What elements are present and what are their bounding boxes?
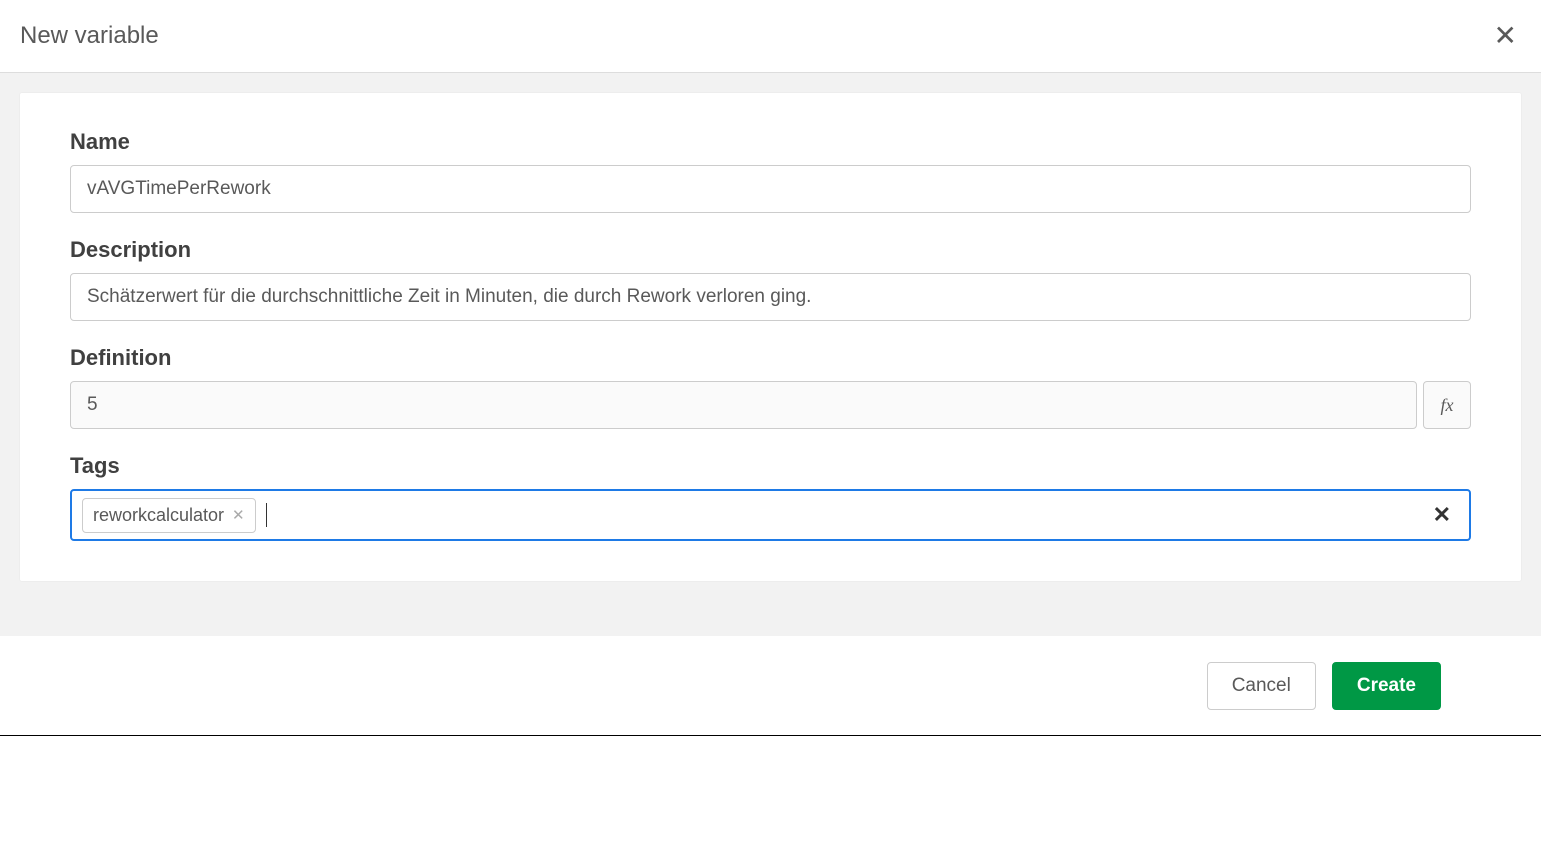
dialog-title: New variable (20, 22, 159, 50)
form-card: Name Description Definition fx Tags rewo… (20, 93, 1521, 581)
clear-icon: ✕ (1433, 502, 1451, 527)
tags-input[interactable]: reworkcalculator ✕ ✕ (70, 489, 1471, 541)
expression-editor-button[interactable]: fx (1423, 381, 1471, 429)
name-input[interactable] (70, 165, 1471, 213)
dialog-footer: Cancel Create (0, 636, 1541, 736)
fx-icon: fx (1441, 395, 1454, 416)
tags-text-cursor (266, 503, 267, 527)
dialog-body: Name Description Definition fx Tags rewo… (0, 73, 1541, 636)
close-icon: ✕ (1494, 20, 1517, 51)
tags-clear-button[interactable]: ✕ (1425, 500, 1459, 530)
create-button[interactable]: Create (1332, 662, 1441, 710)
close-button[interactable]: ✕ (1490, 18, 1521, 54)
tag-chip: reworkcalculator ✕ (82, 498, 256, 533)
description-label: Description (70, 237, 1471, 263)
description-input[interactable] (70, 273, 1471, 321)
name-label: Name (70, 129, 1471, 155)
dialog-header: New variable ✕ (0, 0, 1541, 73)
definition-row: fx (70, 381, 1471, 429)
tag-remove-button[interactable]: ✕ (232, 508, 245, 523)
definition-input[interactable] (70, 381, 1417, 429)
tag-chip-label: reworkcalculator (93, 505, 224, 526)
cancel-button[interactable]: Cancel (1207, 662, 1316, 710)
tags-label: Tags (70, 453, 1471, 479)
definition-label: Definition (70, 345, 1471, 371)
